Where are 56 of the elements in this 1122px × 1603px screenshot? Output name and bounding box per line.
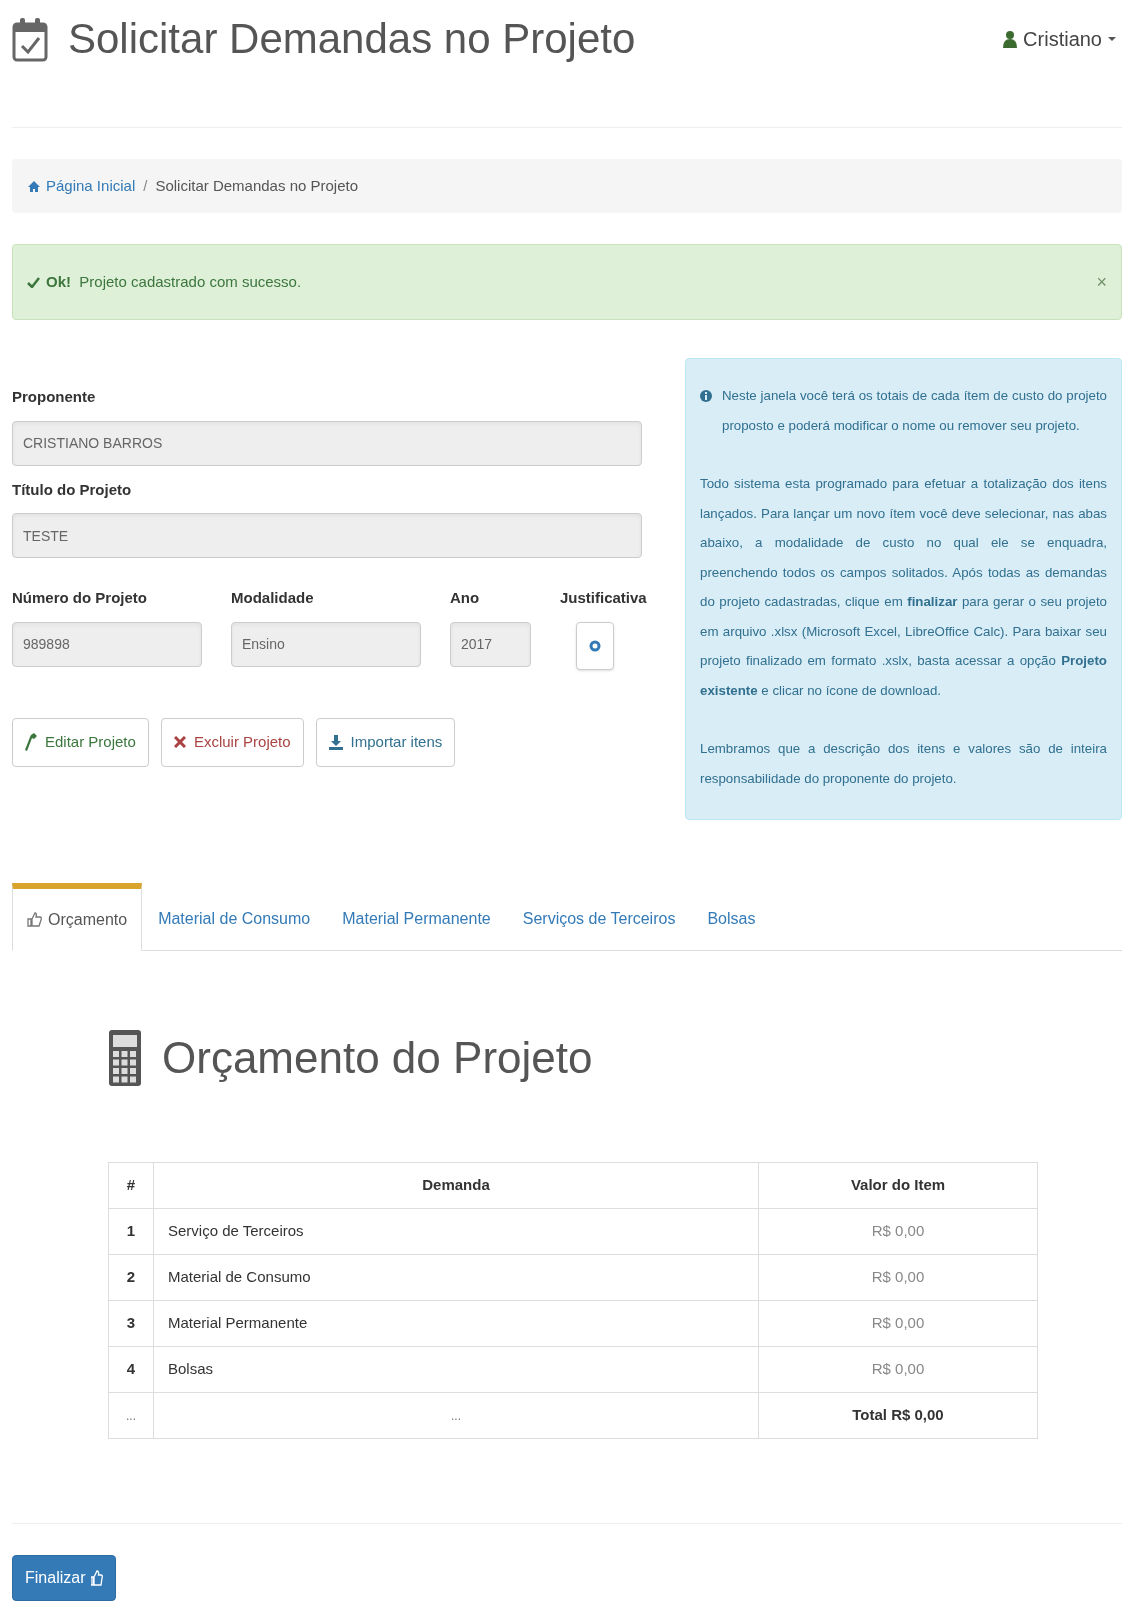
table-cell: Bolsas: [153, 1346, 759, 1393]
view-button[interactable]: [576, 621, 614, 670]
field-label: Título do Projeto: [12, 479, 133, 500]
user-icon: [1003, 30, 1018, 48]
page-title: Solicitar Demandas no Projeto: [68, 18, 636, 60]
field-label: Modalidade: [231, 588, 315, 608]
info-paragraph: Lembramos que a descrição dos itens e valores são de inteira responsabilidade do proponente do projeto.: [700, 740, 1107, 788]
table-cell: R$ 0,00: [758, 1254, 1038, 1301]
table-cell: 4: [108, 1346, 154, 1393]
table-cell: R$ 0,00: [758, 1300, 1038, 1347]
column-header: Valor do Item: [758, 1162, 1038, 1209]
section-title: Orçamento do Projeto: [162, 1036, 593, 1080]
table-cell: Serviço de Terceiros: [153, 1208, 759, 1255]
field-label: Número do Projeto: [12, 588, 148, 608]
home-icon: [28, 180, 40, 192]
table-cell: R$ 0,00: [758, 1208, 1038, 1255]
user-menu[interactable]: Cristiano: [1003, 16, 1122, 54]
table-cell: Total R$ 0,00: [758, 1392, 1038, 1439]
tab[interactable]: Material de Consumo: [142, 888, 327, 950]
tab[interactable]: Orçamento: [12, 883, 143, 951]
table-cell: 2: [108, 1254, 154, 1301]
import-button[interactable]: Importar itens: [315, 717, 456, 767]
alert-message: Ok! Projeto cadastrado com sucesso.: [46, 271, 303, 292]
table-cell: Material Permanente: [153, 1300, 759, 1347]
check-icon: [27, 276, 40, 288]
download-icon: [328, 734, 343, 750]
field-label: Ano: [450, 588, 481, 608]
column-header: #: [108, 1162, 154, 1209]
calendar-check-icon: [12, 16, 48, 62]
table-cell: R$ 0,00: [758, 1346, 1038, 1393]
breadcrumb-separator: /: [143, 175, 148, 196]
cross-icon: [173, 736, 186, 748]
field-label: Justificativa: [560, 588, 647, 608]
table-cell: ...: [153, 1392, 759, 1439]
table-cell: Material de Consumo: [153, 1254, 759, 1301]
finish-button[interactable]: Finalizar: [12, 1555, 117, 1601]
info-paragraph: Neste janela você terá os totais de cada ítem de custo do projeto proposto e poderá modificar o nome ou remover seu projeto.: [722, 387, 1107, 435]
table-cell: ...: [108, 1392, 154, 1439]
edit-button[interactable]: Editar Projeto: [12, 717, 149, 767]
tab[interactable]: Material Permanente: [326, 888, 507, 950]
delete-button[interactable]: Excluir Projeto: [160, 717, 304, 767]
table-cell: 3: [108, 1300, 154, 1347]
table-cell: 1: [108, 1208, 154, 1255]
breadcrumb-link[interactable]: Página Inicial: [28, 174, 136, 198]
tab[interactable]: Bolsas: [691, 888, 772, 950]
tab[interactable]: Serviços de Terceiros: [506, 888, 692, 950]
thumbs-up-icon: [91, 1570, 104, 1586]
info-paragraph: Todo sistema esta programado para efetuar a totalização dos itens lançados. Para lançar um novo ítem você deve selecionar, nas abas abaixo, a modalidade de custo no qual ele se enquadra, preenchendo todos os campos solitados. Após todas as demandas do projeto cadastradas, clique em finalizar para gerar o seu projeto em arquivo .xlsx (Microsoft Excel, LibreOffice Calc). Para baixar seu projeto finalizado em formato .xslx, basta acessar a opção Projeto existente e clicar no ícone de download.: [700, 475, 1107, 700]
column-header: Demanda: [153, 1162, 759, 1209]
close-button[interactable]: ×: [1096, 268, 1107, 296]
calculator-icon: [108, 1029, 142, 1087]
info-icon: [700, 389, 712, 403]
breadcrumb-current: Solicitar Demandas no Projeto: [155, 175, 358, 196]
thumbs-up-icon: [27, 912, 42, 927]
caret-icon: [1108, 36, 1116, 42]
field-label: Proponente: [12, 387, 97, 407]
